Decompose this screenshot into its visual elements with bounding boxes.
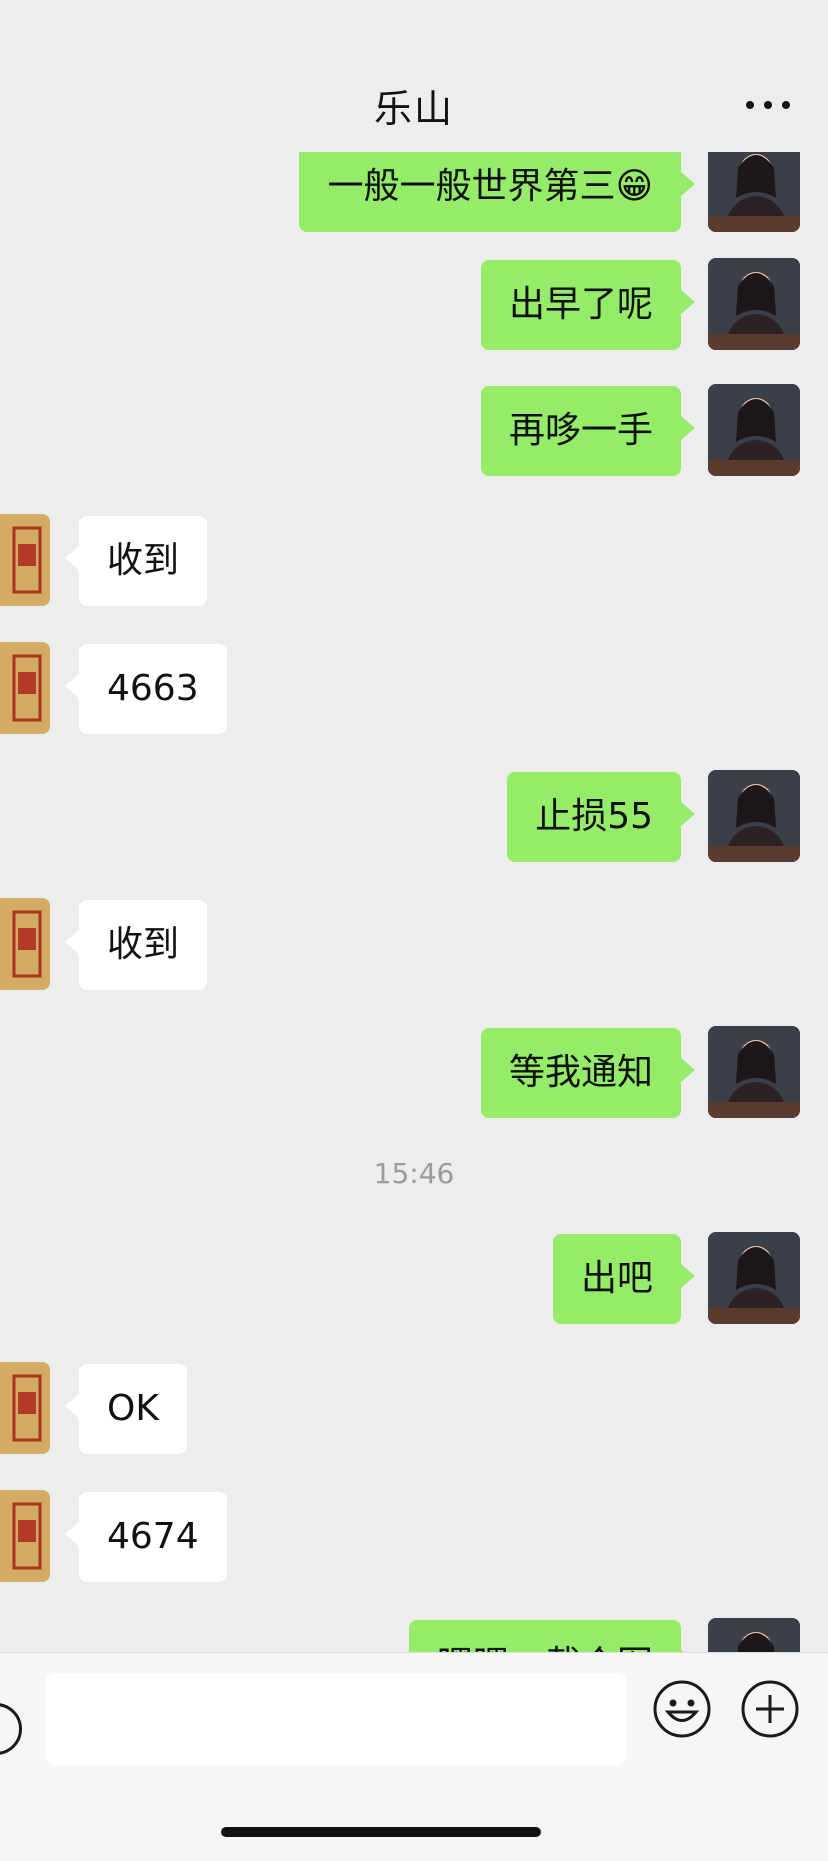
my-avatar[interactable] bbox=[708, 1026, 800, 1118]
message-timestamp: 15:46 bbox=[373, 1157, 455, 1190]
more-dots-icon[interactable] bbox=[746, 100, 790, 110]
message-row: OK bbox=[0, 1362, 828, 1464]
message-bubble[interactable]: 等我通知 bbox=[480, 1028, 696, 1118]
message-row: 再哆一手 bbox=[0, 384, 828, 486]
message-bubble[interactable]: 出早了呢 bbox=[480, 260, 696, 350]
contact-avatar[interactable] bbox=[0, 514, 50, 606]
message-bubble[interactable]: 4674 bbox=[65, 1492, 227, 1582]
message-row: 止损55 bbox=[0, 770, 828, 872]
message-row: 4663 bbox=[0, 642, 828, 744]
contact-avatar[interactable] bbox=[0, 1490, 50, 1582]
my-avatar[interactable] bbox=[708, 1232, 800, 1324]
contact-avatar[interactable] bbox=[0, 642, 50, 734]
message-list[interactable]: 一般一般世界第三😁 出早了呢 再哆一手 收到 4663 止损55 收到 等我通知… bbox=[0, 152, 828, 1652]
message-bubble[interactable]: 再哆一手 bbox=[480, 386, 696, 476]
message-row: 收到 bbox=[0, 898, 828, 1000]
plus-icon[interactable] bbox=[740, 1679, 800, 1739]
my-avatar[interactable] bbox=[708, 770, 800, 862]
message-row: 一般一般世界第三😁 bbox=[0, 152, 828, 242]
message-row: 出早了呢 bbox=[0, 258, 828, 360]
contact-avatar[interactable] bbox=[0, 898, 50, 990]
message-bubble[interactable]: 出吧 bbox=[552, 1234, 696, 1324]
my-avatar[interactable] bbox=[708, 152, 800, 232]
home-indicator bbox=[221, 1827, 541, 1837]
message-row: 4674 bbox=[0, 1490, 828, 1592]
my-avatar[interactable] bbox=[708, 258, 800, 350]
message-row: 出吧 bbox=[0, 1232, 828, 1334]
message-bubble[interactable]: 收到 bbox=[64, 900, 208, 990]
chat-header: 乐山 bbox=[0, 0, 828, 152]
message-row: 嘿嘿，截个图 bbox=[0, 1618, 828, 1652]
contact-avatar[interactable] bbox=[0, 1362, 50, 1454]
message-input[interactable] bbox=[46, 1673, 626, 1765]
message-row: 等我通知 bbox=[0, 1026, 828, 1128]
message-bubble[interactable]: 止损55 bbox=[507, 772, 695, 862]
message-row: 收到 bbox=[0, 514, 828, 616]
message-bubble[interactable]: 收到 bbox=[64, 516, 208, 606]
message-bubble[interactable]: 嘿嘿，截个图 bbox=[408, 1620, 696, 1652]
message-bubble[interactable]: 一般一般世界第三😁 bbox=[299, 152, 695, 232]
my-avatar[interactable] bbox=[708, 1618, 800, 1652]
message-bubble[interactable]: 4663 bbox=[65, 644, 227, 734]
my-avatar[interactable] bbox=[708, 384, 800, 476]
chat-title: 乐山 bbox=[373, 87, 454, 131]
emoji-icon[interactable] bbox=[652, 1679, 712, 1739]
voice-icon[interactable] bbox=[0, 1703, 22, 1755]
message-bubble[interactable]: OK bbox=[65, 1364, 187, 1454]
